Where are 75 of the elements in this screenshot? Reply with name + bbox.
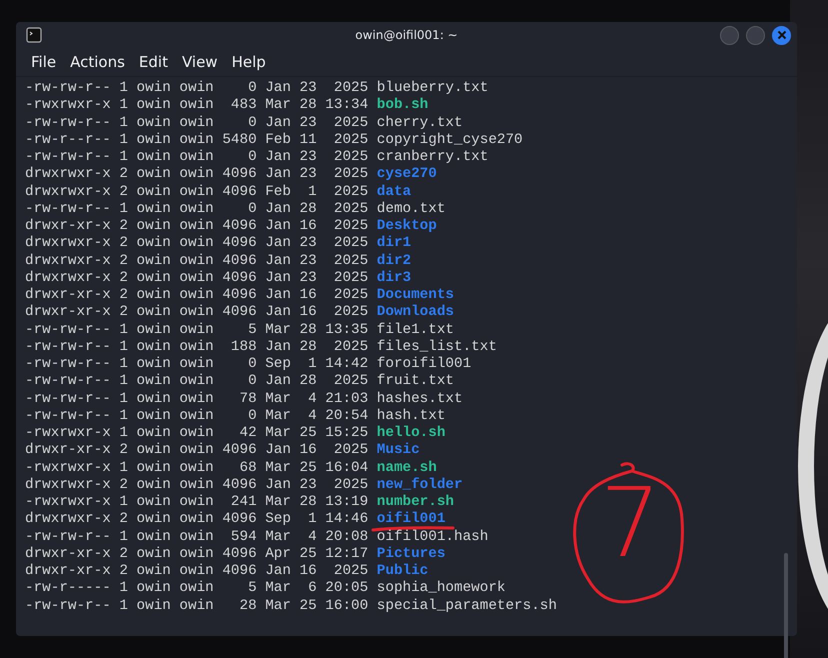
file-details: drwxr-xr-x 2 owin owin 4096 Jan 16 2025 [25,218,368,236]
annotation-number: 7 [600,475,662,571]
file-name: sophia_homework [376,580,506,596]
file-name: number.sh [376,494,454,510]
file-details: -rw-rw-r-- 1 owin owin 28 Mar 25 16:00 [25,598,368,615]
file-name: name.sh [376,460,437,476]
file-name: data [376,184,412,200]
file-name: cranberry.txt [376,149,488,165]
file-details: -rw-r--r-- 1 owin owin 5480 Feb 11 2025 [25,132,368,149]
file-details: -rw-rw-r-- 1 owin owin 188 Jan 28 2025 [25,338,368,356]
file-name: special_parameters.sh [376,598,557,614]
file-name: fruit.txt [376,373,454,390]
file-name: Public [376,563,428,579]
file-details: drwxrwxr-x 2 owin owin 4096 Jan 23 2025 [25,476,368,494]
file-details: -rw-rw-r-- 1 owin owin 0 Mar 4 20:54 [25,408,368,425]
file-name: Desktop [376,218,437,234]
menu-item[interactable]: Edit [138,53,168,71]
file-name: files_list.txt [376,338,497,355]
file-name: cherry.txt [376,114,463,130]
file-name: Pictures [376,546,446,562]
file-details: -rw-rw-r-- 1 owin owin 0 Jan 28 2025 [25,200,368,218]
file-name: file1.txt [376,322,454,338]
file-details: -rw-rw-r-- 1 owin owin 0 Jan 28 2025 [25,373,368,390]
file-name: hashes.txt [376,390,463,406]
file-name: Downloads [376,304,454,320]
menu-item[interactable]: View [182,53,218,71]
file-name: Documents [376,287,454,303]
file-details: drwxr-xr-x 2 owin owin 4096 Jan 16 2025 [25,563,368,580]
file-name: demo.txt [376,200,446,217]
file-details: drwxr-xr-x 2 owin owin 4096 Jan 16 2025 [25,304,368,322]
menu-item[interactable]: File [31,53,56,71]
file-details: -rw-r----- 1 owin owin 5 Mar 6 20:05 [25,580,368,598]
file-details: -rwxrwxr-x 1 owin owin 42 Mar 25 15:25 [25,425,368,442]
file-name: new_folder [376,476,463,493]
file-details: -rwxrwxr-x 1 owin owin 483 Mar 28 13:34 [25,97,368,114]
file-name: dir3 [376,270,412,286]
close-icon [776,30,786,40]
file-details: -rw-rw-r-- 1 owin owin 0 Sep 1 14:42 [25,356,368,374]
file-details: drwxr-xr-x 2 owin owin 4096 Jan 16 2025 [25,442,368,460]
file-name: oifil001.hash [376,528,488,544]
file-name: oifil001 [376,511,446,528]
file-name: Music [376,442,420,458]
close-button[interactable] [772,26,791,44]
file-details: -rw-rw-r-- 1 owin owin 78 Mar 4 21:03 [25,390,368,408]
file-details: -rwxrwxr-x 1 owin owin 241 Mar 28 13:19 [25,494,368,512]
file-details: drwxrwxr-x 2 owin owin 4096 Jan 23 2025 [25,270,368,287]
file-details: -rw-rw-r-- 1 owin owin 0 Jan 23 2025 [25,149,368,166]
scrollbar[interactable] [784,553,788,658]
file-name: hash.txt [376,408,446,424]
file-name: cyse270 [376,166,437,182]
file-details: -rw-rw-r-- 1 owin owin 0 Jan 23 2025 [25,114,368,132]
file-name: bob.sh [376,97,428,114]
file-details: drwxr-xr-x 2 owin owin 4096 Jan 16 2025 [25,287,368,304]
menu-item[interactable]: Help [232,53,266,71]
file-details: -rw-rw-r-- 1 owin owin 594 Mar 4 20:08 [25,528,368,546]
file-name: copyright_cyse270 [376,132,523,148]
file-details: drwxr-xr-x 2 owin owin 4096 Apr 25 12:17 [25,546,368,563]
file-details: drwxrwxr-x 2 owin owin 4096 Jan 23 2025 [25,166,368,184]
file-name: dir1 [376,235,412,252]
file-details: drwxrwxr-x 2 owin owin 4096 Jan 23 2025 [25,252,368,270]
file-details: -rw-rw-r-- 1 owin owin 5 Mar 28 13:35 [25,322,368,339]
minimize-button[interactable] [720,26,739,44]
file-name: foroifil001 [376,356,472,372]
menu-item[interactable]: Actions [70,53,125,71]
maximize-button[interactable] [746,26,765,44]
file-name: dir2 [376,252,412,268]
file-details: drwxrwxr-x 2 owin owin 4096 Feb 1 2025 [25,184,368,201]
window-title: owin@oifil001: ~ [354,28,459,42]
file-name: blueberry.txt [376,80,488,96]
terminal-icon [26,27,42,43]
file-details: drwxrwxr-x 2 owin owin 4096 Sep 1 14:46 [25,511,368,528]
file-details: -rwxrwxr-x 1 owin owin 68 Mar 25 16:04 [25,460,368,477]
file-details: -rw-rw-r-- 1 owin owin 0 Jan 23 2025 [25,80,368,98]
file-name: hello.sh [376,425,446,441]
file-details: drwxrwxr-x 2 owin owin 4096 Jan 23 2025 [25,235,368,252]
